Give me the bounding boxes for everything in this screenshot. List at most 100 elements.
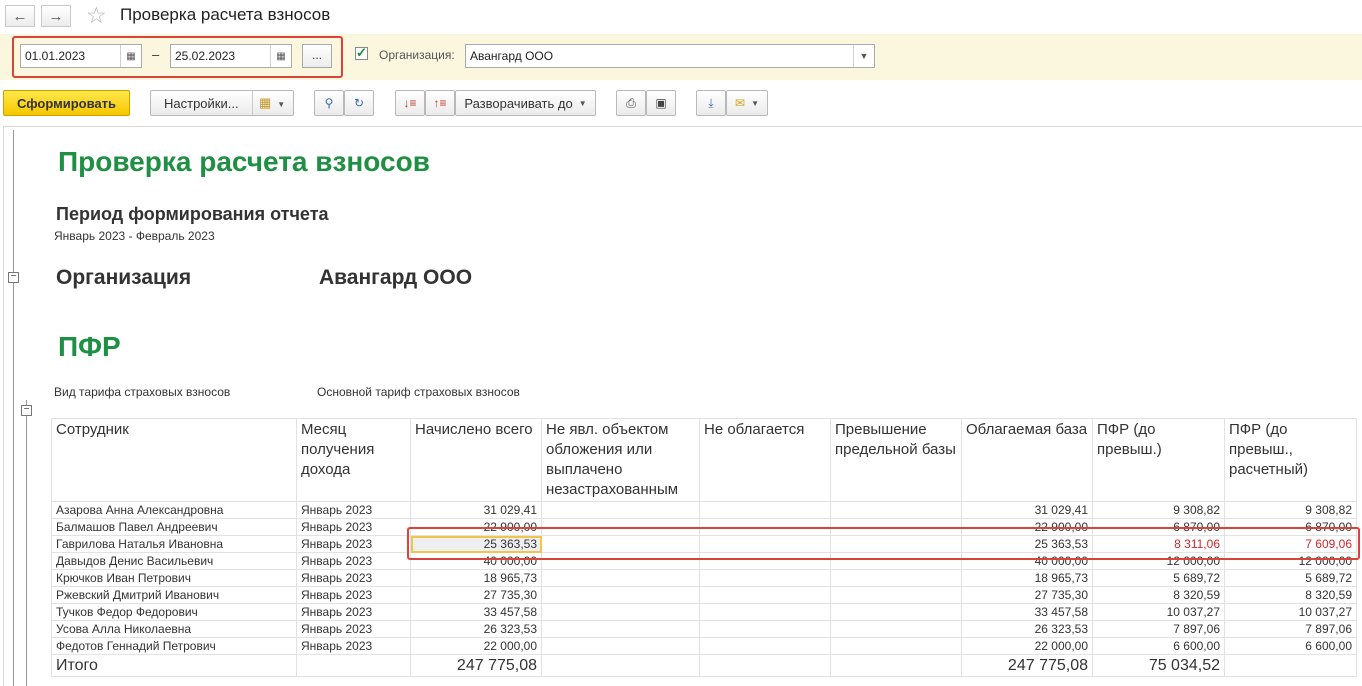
table-cell[interactable]: 33 457,58 (410, 603, 542, 621)
table-cell[interactable]: Азарова Анна Александровна (51, 501, 297, 519)
table-cell[interactable]: 27 735,30 (410, 586, 542, 604)
column-header: Месяц получения дохода (296, 418, 411, 502)
table-cell[interactable]: Ржевский Дмитрий Иванович (51, 586, 297, 604)
tariff-label: Вид тарифа страховых взносов (54, 385, 231, 399)
generate-button[interactable]: Сформировать (3, 90, 130, 116)
date-to-field[interactable]: 25.02.2023 ▦ (170, 44, 292, 68)
print-preview-button[interactable]: ▣ (646, 90, 676, 116)
table-cell[interactable] (541, 637, 700, 655)
table-cell[interactable] (830, 603, 962, 621)
table-cell[interactable] (541, 569, 700, 587)
table-cell[interactable]: 31 029,41 (961, 501, 1093, 519)
collapse-group-icon[interactable]: − (8, 272, 19, 283)
table-cell[interactable]: 18 965,73 (410, 569, 542, 587)
search-reset-button[interactable]: ↻ (344, 90, 374, 116)
table-cell[interactable]: Январь 2023 (296, 603, 411, 621)
organization-checkbox[interactable]: ✓ (355, 46, 368, 60)
table-cell[interactable]: 7 897,06 (1224, 620, 1357, 638)
table-cell[interactable]: 5 689,72 (1092, 569, 1225, 587)
chevron-down-icon: ▼ (751, 98, 759, 108)
table-cell[interactable]: 33 457,58 (961, 603, 1093, 621)
discrepancy-highlight-frame (407, 527, 1360, 560)
search-reset-icon: ↻ (353, 96, 365, 110)
table-cell[interactable]: 27 735,30 (961, 586, 1093, 604)
table-cell[interactable]: Давыдов Денис Васильевич (51, 552, 297, 570)
organization-field[interactable]: Авангард ООО ▼ (465, 44, 875, 68)
table-cell[interactable]: 22 000,00 (410, 637, 542, 655)
table-cell[interactable] (699, 586, 831, 604)
table-cell[interactable] (830, 569, 962, 587)
favorite-star-icon[interactable]: ☆ (86, 3, 107, 27)
chevron-down-icon[interactable]: ▼ (853, 45, 874, 67)
table-cell[interactable] (699, 501, 831, 519)
search-icon: ⚲ (324, 96, 334, 110)
table-cell[interactable]: Усова Алла Николаевна (51, 620, 297, 638)
table-cell[interactable]: 5 689,72 (1224, 569, 1357, 587)
table-cell[interactable] (541, 620, 700, 638)
expand-to-dropdown[interactable]: Разворачивать до ▼ (455, 90, 596, 116)
title-bar: ← → ☆ Проверка расчета взносов (0, 0, 1362, 34)
table-cell[interactable]: Январь 2023 (296, 518, 411, 536)
table-cell[interactable]: Январь 2023 (296, 501, 411, 519)
column-header: Превышение предельной базы (830, 418, 962, 502)
table-cell[interactable]: 18 965,73 (961, 569, 1093, 587)
table-cell[interactable] (830, 501, 962, 519)
table-cell[interactable]: 31 029,41 (410, 501, 542, 519)
calendar-icon[interactable]: ▦ (270, 45, 291, 67)
table-cell[interactable]: Крючков Иван Петрович (51, 569, 297, 587)
table-cell[interactable]: 9 308,82 (1092, 501, 1225, 519)
table-cell[interactable] (699, 603, 831, 621)
table-cell[interactable]: Гаврилова Наталья Ивановна (51, 535, 297, 553)
send-email-button[interactable]: ✉ ▼ (726, 90, 768, 116)
table-cell[interactable]: Январь 2023 (296, 637, 411, 655)
table-cell[interactable] (699, 620, 831, 638)
table-cell[interactable]: Январь 2023 (296, 535, 411, 553)
calendar-icon[interactable]: ▦ (120, 45, 141, 67)
table-cell[interactable]: 6 600,00 (1092, 637, 1225, 655)
table-cell[interactable] (830, 586, 962, 604)
date-from-field[interactable]: 01.01.2023 ▦ (20, 44, 142, 68)
collapse-group-icon[interactable]: − (21, 405, 32, 416)
envelope-icon: ✉ (735, 96, 746, 110)
table-cell[interactable] (830, 620, 962, 638)
total-cell (1224, 654, 1357, 677)
clipboard-variant-icon[interactable]: ▦ ▼ (253, 95, 285, 111)
table-cell[interactable]: 10 037,27 (1224, 603, 1357, 621)
table-cell[interactable]: 8 320,59 (1092, 586, 1225, 604)
table-cell[interactable]: Январь 2023 (296, 620, 411, 638)
sort-descending-button[interactable]: ↓≡ (395, 90, 425, 116)
table-cell[interactable]: Балмашов Павел Андреевич (51, 518, 297, 536)
table-cell[interactable] (830, 637, 962, 655)
table-cell[interactable]: Федотов Геннадий Петрович (51, 637, 297, 655)
table-cell[interactable]: 8 320,59 (1224, 586, 1357, 604)
table-cell[interactable] (699, 569, 831, 587)
forward-arrow-icon[interactable]: → (41, 5, 71, 27)
table-cell[interactable] (541, 586, 700, 604)
table-row: Крючков Иван Петрович Январь 2023 18 965,7… (51, 569, 1357, 587)
table-cell[interactable]: Тучков Федор Федорович (51, 603, 297, 621)
table-cell[interactable]: Январь 2023 (296, 569, 411, 587)
table-cell[interactable] (541, 501, 700, 519)
sort-ascending-button[interactable]: ↑≡ (425, 90, 455, 116)
table-cell[interactable]: 22 000,00 (961, 637, 1093, 655)
settings-button[interactable]: Настройки... (151, 96, 252, 111)
table-cell[interactable]: 6 600,00 (1224, 637, 1357, 655)
table-cell[interactable]: 26 323,53 (410, 620, 542, 638)
save-button[interactable]: ⤓ (696, 90, 726, 116)
table-cell[interactable] (699, 637, 831, 655)
table-cell[interactable] (541, 603, 700, 621)
table-cell[interactable]: 10 037,27 (1092, 603, 1225, 621)
table-cell[interactable]: Январь 2023 (296, 586, 411, 604)
search-button[interactable]: ⚲ (314, 90, 344, 116)
column-header: Не явл. объектом обложения или выплачено… (541, 418, 700, 502)
print-preview-icon: ▣ (655, 96, 667, 110)
back-arrow-icon[interactable]: ← (5, 5, 35, 27)
table-cell[interactable]: 9 308,82 (1224, 501, 1357, 519)
print-button[interactable]: ⎙ (616, 90, 646, 116)
column-header: Сотрудник (51, 418, 297, 502)
table-cell[interactable]: 26 323,53 (961, 620, 1093, 638)
total-cell: Итого (51, 654, 297, 677)
table-cell[interactable]: Январь 2023 (296, 552, 411, 570)
table-cell[interactable]: 7 897,06 (1092, 620, 1225, 638)
period-select-button[interactable]: ... (302, 44, 332, 68)
